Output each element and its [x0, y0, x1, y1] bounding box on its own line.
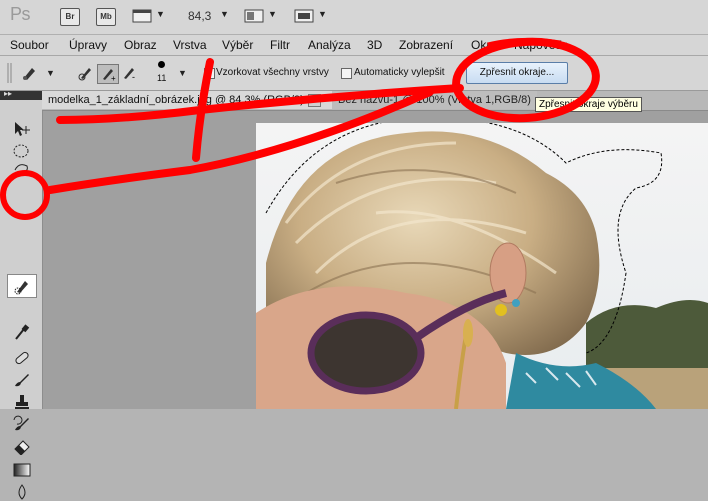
- new-selection-brush-icon[interactable]: [76, 64, 96, 82]
- tools-panel-header: ▸▸: [0, 89, 42, 100]
- healing-brush-tool-icon[interactable]: [11, 349, 33, 367]
- options-bar: ▼ + - 11 ▼ Vzorkovat všechny vrstvy Auto…: [0, 56, 708, 91]
- menu-okno[interactable]: Okno: [471, 38, 500, 52]
- sample-all-layers-checkbox[interactable]: [204, 68, 215, 79]
- zoom-dropdown-icon[interactable]: ▼: [220, 9, 229, 19]
- quick-selection-tool-icon: [14, 281, 28, 295]
- tab-bez-nazvu-label: Bez názvu-1 @ 100% (Vrstva 1,RGB/8): [338, 94, 531, 106]
- tool-preset-dropdown-icon[interactable]: ▼: [46, 68, 55, 78]
- svg-text:+: +: [111, 74, 116, 83]
- history-brush-tool-icon[interactable]: [11, 415, 33, 433]
- tab-modelka[interactable]: modelka_1_základní_obrázek.jpg @ 84,3% (…: [42, 91, 341, 109]
- gradient-tool-icon[interactable]: [11, 461, 33, 479]
- tool-preset-icon[interactable]: [20, 64, 40, 82]
- eraser-tool-icon[interactable]: [11, 437, 33, 455]
- sample-all-layers-label: Vzorkovat všechny vrstvy: [216, 67, 329, 78]
- collapse-panel-icon[interactable]: ▸▸: [4, 89, 12, 98]
- brush-picker-dropdown-icon[interactable]: ▼: [178, 68, 187, 78]
- document-photo[interactable]: [256, 123, 708, 409]
- screen-mode-icon[interactable]: [294, 9, 314, 23]
- menu-vrstva[interactable]: Vrstva: [173, 38, 207, 52]
- eyedropper-tool-icon[interactable]: [11, 323, 33, 341]
- menu-zobrazeni[interactable]: Zobrazení: [399, 38, 453, 52]
- bridge-button[interactable]: Br: [60, 8, 80, 26]
- menu-upravy[interactable]: Úpravy: [69, 38, 107, 52]
- marquee-tool-icon[interactable]: [11, 142, 33, 160]
- menu-obraz[interactable]: Obraz: [124, 38, 157, 52]
- subtract-from-selection-brush-icon[interactable]: -: [119, 64, 139, 82]
- photoshop-logo: Ps: [10, 4, 31, 24]
- brush-size-value: 11: [157, 73, 167, 83]
- menu-analyza[interactable]: Analýza: [308, 38, 351, 52]
- menu-soubor[interactable]: Soubor: [10, 38, 49, 52]
- view-extras-icon[interactable]: [132, 9, 152, 23]
- tab-bez-nazvu[interactable]: Bez názvu-1 @ 100% (Vrstva 1,RGB/8): [332, 91, 537, 109]
- menu-bar: Soubor Úpravy Obraz Vrstva Výběr Filtr A…: [0, 35, 708, 56]
- menu-vyber[interactable]: Výběr: [222, 38, 253, 52]
- arrange-documents-icon[interactable]: [244, 9, 264, 23]
- add-to-selection-brush-icon[interactable]: +: [97, 64, 119, 84]
- arrange-dropdown-icon[interactable]: ▼: [268, 9, 277, 19]
- brush-tip-icon[interactable]: [158, 61, 165, 68]
- menu-filtr[interactable]: Filtr: [270, 38, 290, 52]
- refine-edge-button[interactable]: Zpřesnit okraje...: [466, 62, 568, 84]
- options-grip-icon: [7, 63, 12, 83]
- zoom-level[interactable]: 84,3: [188, 9, 211, 23]
- blur-tool-icon[interactable]: [11, 483, 33, 501]
- tab-modelka-label: modelka_1_základní_obrázek.jpg @ 84,3% (…: [48, 94, 304, 106]
- brush-tool-icon[interactable]: [11, 371, 33, 389]
- close-icon[interactable]: ×: [307, 94, 321, 107]
- svg-text:-: -: [132, 72, 135, 82]
- view-extras-dropdown-icon[interactable]: ▼: [156, 9, 165, 19]
- refine-edge-tooltip: Zpřesnit okraje výběru: [535, 97, 642, 112]
- move-tool-icon[interactable]: [11, 120, 33, 138]
- screen-mode-dropdown-icon[interactable]: ▼: [318, 9, 327, 19]
- auto-enhance-checkbox[interactable]: [341, 68, 352, 79]
- auto-enhance-label: Automaticky vylepšit: [354, 67, 445, 78]
- mini-bridge-button[interactable]: Mb: [96, 8, 116, 26]
- quick-selection-tool[interactable]: [7, 274, 37, 298]
- tools-panel: ▸▸: [0, 89, 43, 500]
- clone-stamp-tool-icon[interactable]: [11, 393, 33, 411]
- application-bar: Ps Br Mb ▼ 84,3 ▼ ▼ ▼: [0, 0, 708, 35]
- menu-napoveda[interactable]: Nápověda: [514, 38, 569, 52]
- lasso-tool-icon[interactable]: [11, 160, 33, 178]
- menu-3d[interactable]: 3D: [367, 38, 382, 52]
